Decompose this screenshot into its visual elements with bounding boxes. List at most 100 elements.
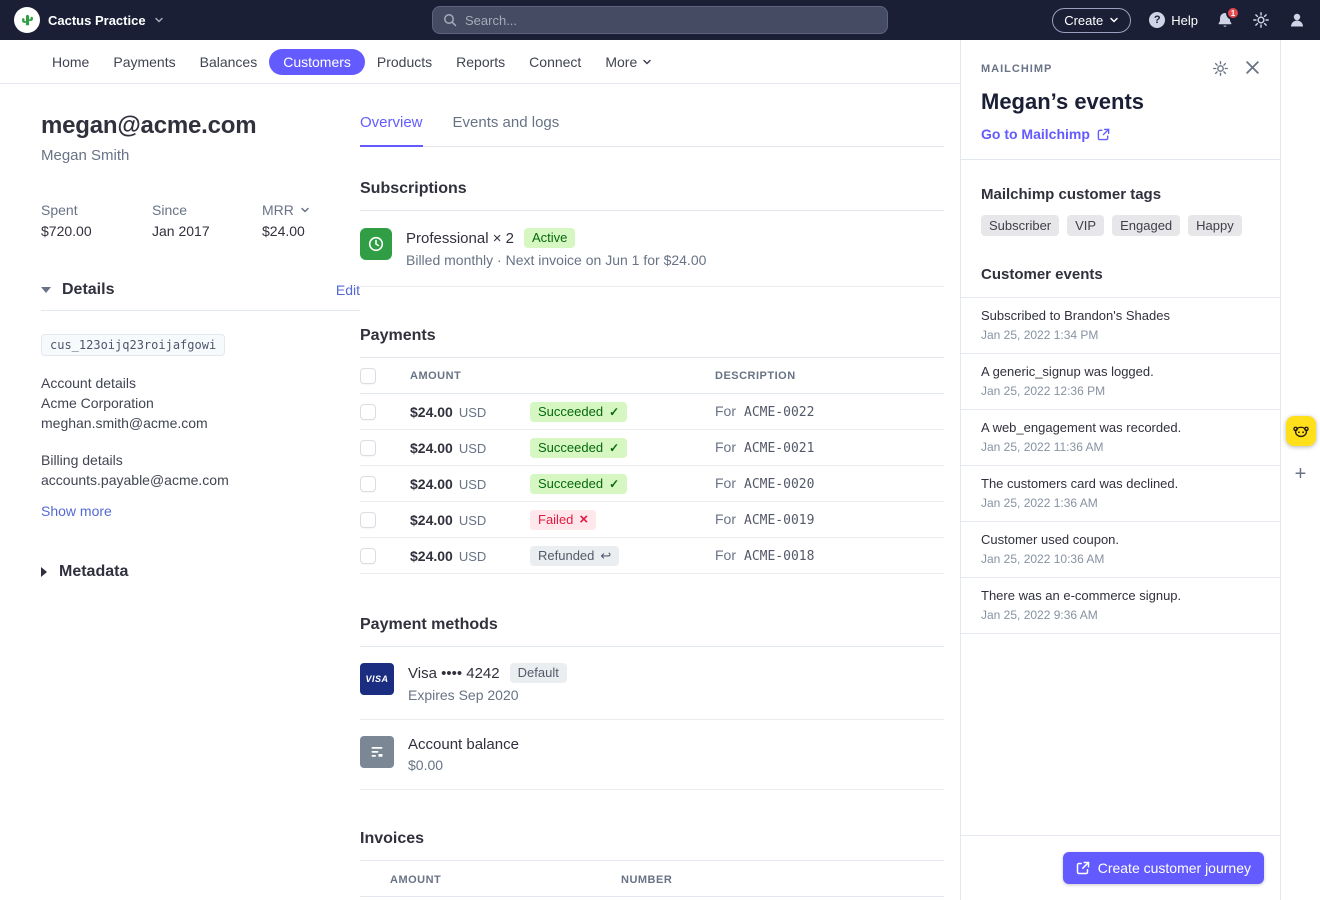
stat-value: $720.00 — [41, 223, 152, 239]
customer-stats: Spent $720.00 Since Jan 2017 MRR $24.00 — [41, 202, 360, 239]
create-customer-journey-label: Create customer journey — [1098, 860, 1251, 876]
status-badge: Refunded — [530, 546, 619, 566]
go-to-mailchimp-link[interactable]: Go to Mailchimp — [981, 126, 1110, 142]
nav-item-connect[interactable]: Connect — [517, 49, 593, 75]
org-switcher[interactable]: Cactus Practice — [14, 7, 164, 33]
payment-row[interactable]: $24.00USD Succeeded ForACME-0021 — [360, 430, 944, 466]
help-button[interactable]: ? Help — [1149, 12, 1198, 28]
chevron-down-icon — [1109, 15, 1119, 25]
event-time: Jan 25, 2022 1:34 PM — [981, 328, 1260, 342]
select-all-checkbox[interactable] — [360, 368, 376, 384]
stat-since: Since Jan 2017 — [152, 202, 262, 239]
external-link-icon — [1076, 861, 1090, 875]
column-header-number: NUMBER — [621, 874, 672, 886]
settings-gear-icon[interactable] — [1252, 11, 1270, 29]
description-prefix: For — [715, 547, 736, 563]
payment-row[interactable]: $24.00USD Refunded ForACME-0018 — [360, 538, 944, 574]
chevron-down-icon[interactable] — [300, 205, 310, 215]
payment-row[interactable]: $24.00USD Succeeded ForACME-0020 — [360, 466, 944, 502]
show-more-link[interactable]: Show more — [41, 503, 112, 519]
event-item: A web_engagement was recorded. Jan 25, 2… — [961, 410, 1280, 466]
stat-value: $24.00 — [262, 223, 310, 239]
customer-id-chip[interactable]: cus_123oijq23roijafgowi — [41, 334, 225, 356]
topbar: Cactus Practice Create ? Help 1 — [0, 0, 1320, 40]
add-app-plus-icon[interactable]: + — [1295, 464, 1307, 484]
subscription-row[interactable]: Professional × 2 Active Billed monthly ·… — [360, 211, 944, 287]
balance-statement-icon — [360, 736, 394, 768]
status-badge-label: Active — [532, 229, 567, 247]
account-balance-row[interactable]: Account balance $0.00 — [360, 720, 944, 790]
status-badge-label: Succeeded — [538, 475, 603, 493]
tab-events-and-logs[interactable]: Events and logs — [453, 114, 560, 146]
event-item: Customer used coupon. Jan 25, 2022 10:36… — [961, 522, 1280, 578]
create-customer-journey-button[interactable]: Create customer journey — [1063, 852, 1264, 884]
payment-code: ACME-0018 — [744, 549, 814, 564]
stat-label: Since — [152, 202, 262, 218]
nav-item-customers[interactable]: Customers — [269, 49, 365, 75]
account-details-block: Account details Acme Corporation meghan.… — [41, 373, 360, 433]
payment-row[interactable]: $24.00USD Failed ForACME-0019 — [360, 502, 944, 538]
payment-row[interactable]: $24.00USD Succeeded ForACME-0022 — [360, 394, 944, 430]
billing-email: accounts.payable@acme.com — [41, 470, 360, 490]
details-section-header[interactable]: Details Edit — [41, 281, 360, 311]
customer-name: Megan Smith — [41, 147, 360, 164]
edit-details-link[interactable]: Edit — [336, 282, 360, 298]
subscriptions-section: Subscriptions Professional × 2 Active Bi… — [360, 180, 944, 287]
customer-tags: Subscriber VIP Engaged Happy — [981, 215, 1260, 236]
event-time: Jan 25, 2022 9:36 AM — [981, 608, 1260, 622]
event-text: A generic_signup was logged. — [981, 364, 1260, 379]
profile-avatar-icon[interactable] — [1288, 11, 1306, 29]
mailchimp-app-icon[interactable] — [1286, 416, 1316, 446]
events-section-title: Customer events — [981, 266, 1260, 283]
visa-card-icon: VISA — [360, 663, 394, 695]
panel-settings-gear-icon[interactable] — [1212, 60, 1229, 77]
notifications-button[interactable]: 1 — [1216, 11, 1234, 29]
metadata-section-header[interactable]: Metadata — [41, 563, 360, 581]
nav-item-products[interactable]: Products — [365, 49, 444, 75]
event-time: Jan 25, 2022 12:36 PM — [981, 384, 1260, 398]
nav-item-home[interactable]: Home — [40, 49, 101, 75]
status-badge-label: Refunded — [538, 547, 594, 565]
payment-amount: $24.00 — [410, 476, 453, 492]
event-item: A generic_signup was logged. Jan 25, 202… — [961, 354, 1280, 410]
nav-item-balances[interactable]: Balances — [188, 49, 270, 75]
details-title: Details — [62, 281, 114, 299]
payment-code: ACME-0020 — [744, 477, 814, 492]
nav-item-more[interactable]: More — [593, 49, 664, 75]
close-icon[interactable] — [1245, 60, 1260, 77]
search-input[interactable] — [465, 13, 877, 28]
payment-amount: $24.00 — [410, 404, 453, 420]
balance-value: $0.00 — [408, 757, 519, 773]
divider — [961, 159, 1280, 160]
row-checkbox[interactable] — [360, 404, 376, 420]
default-badge: Default — [510, 663, 567, 683]
nav-item-payments[interactable]: Payments — [101, 49, 187, 75]
stat-spent: Spent $720.00 — [41, 202, 152, 239]
payment-currency: USD — [459, 549, 486, 564]
nav-item-reports[interactable]: Reports — [444, 49, 517, 75]
tag-chip: Happy — [1188, 215, 1242, 236]
go-to-mailchimp-label: Go to Mailchimp — [981, 126, 1090, 142]
payment-methods-section: Payment methods VISA Visa •••• 4242 Defa… — [360, 616, 944, 790]
row-checkbox[interactable] — [360, 476, 376, 492]
customer-sidebar: megan@acme.com Megan Smith Spent $720.00… — [0, 84, 360, 900]
event-item: Subscribed to Brandon's Shades Jan 25, 2… — [961, 298, 1280, 354]
row-checkbox[interactable] — [360, 512, 376, 528]
status-badge: Failed — [530, 510, 596, 530]
payments-section: Payments AMOUNT DESCRIPTION $24.00USD Su… — [360, 327, 944, 574]
row-checkbox[interactable] — [360, 548, 376, 564]
global-search[interactable] — [432, 6, 888, 34]
row-checkbox[interactable] — [360, 440, 376, 456]
card-row[interactable]: VISA Visa •••• 4242 Default Expires Sep … — [360, 647, 944, 720]
help-label: Help — [1171, 13, 1198, 28]
search-icon — [443, 13, 457, 27]
event-time: Jan 25, 2022 1:36 AM — [981, 496, 1260, 510]
create-button[interactable]: Create — [1052, 8, 1131, 33]
event-time: Jan 25, 2022 11:36 AM — [981, 440, 1260, 454]
payment-currency: USD — [459, 513, 486, 528]
tab-overview[interactable]: Overview — [360, 114, 423, 147]
event-text: A web_engagement was recorded. — [981, 420, 1260, 435]
payment-amount: $24.00 — [410, 512, 453, 528]
payment-code: ACME-0019 — [744, 513, 814, 528]
notification-badge: 1 — [1226, 6, 1240, 20]
